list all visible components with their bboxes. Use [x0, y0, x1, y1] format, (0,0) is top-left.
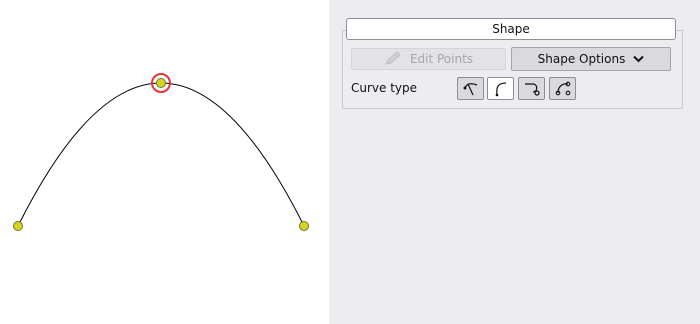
curve-type-button-3[interactable] [518, 77, 545, 100]
curve-type-3-icon [524, 83, 540, 96]
pencil-icon [384, 50, 402, 68]
curve-type-1-icon [463, 83, 477, 96]
edit-points-label: Edit Points [409, 52, 474, 66]
edit-points-button[interactable]: Edit Points [351, 48, 506, 70]
curve-type-2-icon [495, 82, 506, 97]
curve-type-button-2[interactable] [487, 77, 514, 100]
canvas-svg [13, 73, 309, 231]
curve-type-4-icon [555, 81, 570, 96]
drawing-canvas[interactable] [0, 0, 329, 324]
curve-type-button-4[interactable] [549, 77, 576, 100]
curve-path[interactable] [17, 82, 305, 227]
panel-title: Shape [346, 18, 676, 40]
control-point-top[interactable] [156, 78, 166, 88]
chevron-down-icon [633, 52, 645, 66]
control-point-left[interactable] [13, 221, 23, 231]
curve-type-button-1[interactable] [457, 77, 484, 100]
shape-options-button[interactable]: Shape Options [511, 47, 671, 71]
control-point-right[interactable] [299, 221, 309, 231]
properties-panel: Shape Edit Points Shape Options Curve ty… [329, 0, 700, 324]
curve-type-label: Curve type [351, 81, 418, 95]
shape-options-label: Shape Options [537, 52, 626, 66]
